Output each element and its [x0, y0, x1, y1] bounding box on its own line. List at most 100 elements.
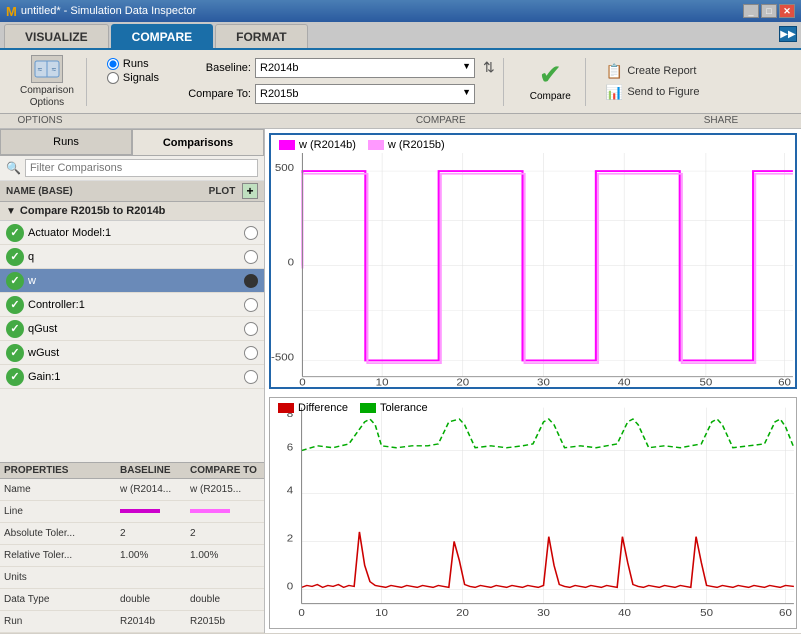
tab-visualize[interactable]: VISUALIZE	[4, 24, 109, 48]
add-comparison-button[interactable]: +	[242, 183, 258, 199]
baseline-row: Baseline: R2014b ⇅	[179, 58, 495, 78]
compare-to-dropdown-wrapper: R2015b	[255, 84, 475, 104]
lower-chart-legend: Difference Tolerance	[278, 402, 428, 414]
col-plot-header: PLOT	[202, 186, 242, 197]
legend-item-tolerance: Tolerance	[360, 402, 428, 414]
comparisons-button[interactable]: Comparisons	[132, 129, 264, 155]
list-item[interactable]: ✓ q	[0, 245, 264, 269]
legend-label-difference: Difference	[298, 402, 348, 414]
plot-toggle[interactable]	[244, 322, 258, 336]
comparison-options-button[interactable]: ≈ ≈ ComparisonOptions	[16, 53, 78, 111]
plot-toggle[interactable]	[244, 250, 258, 264]
create-report-button[interactable]: 📋 Create Report	[606, 63, 700, 80]
filter-row: 🔍	[0, 156, 264, 181]
prop-row-line: Line	[0, 501, 264, 523]
send-to-figure-button[interactable]: 📊 Send to Figure	[606, 84, 700, 101]
tab-compare[interactable]: COMPARE	[111, 24, 213, 48]
svg-text:0: 0	[298, 608, 304, 619]
properties-panel: PROPERTIES BASELINE COMPARE TO Name w (R…	[0, 462, 264, 633]
share-section: 📋 Create Report 📊 Send to Figure	[598, 58, 708, 106]
filter-comparisons-input[interactable]	[25, 159, 258, 177]
compare-to-row: Compare To: R2015b	[179, 84, 495, 104]
list-item[interactable]: ✓ Gain:1	[0, 365, 264, 389]
signals-radio[interactable]	[107, 72, 119, 84]
collapse-toolbar-button[interactable]: ▶▶	[779, 26, 797, 42]
plot-toggle[interactable]	[244, 226, 258, 240]
check-icon: ✓	[6, 248, 24, 266]
check-icon: ✓	[6, 224, 24, 242]
compare-section: ✔ Compare	[516, 58, 586, 106]
list-item[interactable]: ✓ Actuator Model:1	[0, 221, 264, 245]
legend-label-tolerance: Tolerance	[380, 402, 428, 414]
list-item[interactable]: ✓ qGust	[0, 317, 264, 341]
minimize-button[interactable]: _	[743, 4, 759, 18]
prop-row-name: Name w (R2014... w (R2015...	[0, 479, 264, 501]
baseline-dropdown[interactable]: R2014b	[255, 58, 475, 78]
baseline-dropdown-wrapper: R2014b	[255, 58, 475, 78]
plot-toggle[interactable]	[244, 370, 258, 384]
right-panel: w (R2014b) w (R2015b) 500 0 -500	[265, 129, 801, 633]
title-bar: M untitled* - Simulation Data Inspector …	[0, 0, 801, 22]
share-buttons: 📋 Create Report 📊 Send to Figure	[606, 63, 700, 101]
list-items: ✓ Actuator Model:1 ✓ q ✓ w ✓ Controller:…	[0, 221, 264, 462]
plot-toggle-filled[interactable]	[244, 274, 258, 288]
check-icon: ✓	[6, 368, 24, 386]
runs-radio[interactable]	[107, 58, 119, 70]
upper-chart-svg: 500 0 -500 0 10 20 30	[271, 135, 795, 387]
main-content: Runs Comparisons 🔍 NAME (BASE) PLOT + ▼ …	[0, 129, 801, 633]
prop-row-units: Units	[0, 567, 264, 589]
group-header-label: Compare R2015b to R2014b	[20, 205, 166, 217]
checkmark-icon: ✔	[539, 61, 562, 89]
title-bar-controls[interactable]: _ □ ✕	[743, 4, 795, 18]
options-section: ≈ ≈ ComparisonOptions	[8, 58, 87, 106]
list-item[interactable]: ✓ wGust	[0, 341, 264, 365]
compare-to-dropdown[interactable]: R2015b	[255, 84, 475, 104]
tab-format[interactable]: FORMAT	[215, 24, 307, 48]
search-icon: 🔍	[6, 161, 21, 175]
svg-text:60: 60	[778, 377, 791, 387]
signals-radio-item[interactable]: Signals	[107, 72, 159, 84]
svg-text:20: 20	[456, 377, 469, 387]
compare-group-header[interactable]: ▼ Compare R2015b to R2014b	[0, 202, 264, 221]
runs-button[interactable]: Runs	[0, 129, 132, 155]
window-title: untitled* - Simulation Data Inspector	[21, 5, 196, 17]
group-collapse-arrow: ▼	[6, 206, 16, 217]
list-header: NAME (BASE) PLOT +	[0, 181, 264, 202]
options-label: OPTIONS	[0, 115, 80, 126]
plot-toggle[interactable]	[244, 298, 258, 312]
runs-signals-section: Runs Signals	[99, 58, 167, 106]
baseline-line-swatch	[120, 509, 160, 513]
swap-icon[interactable]: ⇅	[483, 59, 495, 76]
svg-text:50: 50	[700, 377, 713, 387]
svg-text:500: 500	[275, 163, 294, 174]
check-icon: ✓	[6, 296, 24, 314]
comparison-options-label: ComparisonOptions	[20, 85, 74, 109]
compare-button[interactable]: ✔ Compare	[524, 59, 577, 104]
list-item-selected[interactable]: ✓ w	[0, 269, 264, 293]
legend-label-r2014b: w (R2014b)	[299, 139, 356, 151]
list-item[interactable]: ✓ Controller:1	[0, 293, 264, 317]
close-button[interactable]: ✕	[779, 4, 795, 18]
svg-text:0: 0	[288, 257, 294, 268]
svg-text:2: 2	[287, 533, 293, 544]
plot-toggle[interactable]	[244, 346, 258, 360]
compare-line-swatch	[190, 509, 230, 513]
compare-label: Compare	[530, 91, 571, 102]
legend-item-r2014b: w (R2014b)	[279, 139, 356, 151]
svg-text:≈: ≈	[38, 65, 43, 74]
comparison-options-icon: ≈ ≈	[31, 55, 63, 83]
check-icon: ✓	[6, 320, 24, 338]
maximize-button[interactable]: □	[761, 4, 777, 18]
prop-row-datatype: Data Type double double	[0, 589, 264, 611]
title-bar-left: M untitled* - Simulation Data Inspector	[6, 4, 196, 19]
svg-text:10: 10	[376, 377, 389, 387]
check-icon: ✓	[6, 272, 24, 290]
svg-text:4: 4	[287, 486, 293, 497]
runs-radio-item[interactable]: Runs	[107, 58, 159, 70]
upper-chart-area[interactable]: w (R2014b) w (R2015b) 500 0 -500	[269, 133, 797, 389]
properties-header: PROPERTIES BASELINE COMPARE TO	[0, 463, 264, 479]
svg-text:60: 60	[779, 608, 792, 619]
svg-text:40: 40	[618, 608, 631, 619]
lower-chart-svg: 0 2 4 6 8 0 10 20 3	[270, 398, 796, 628]
lower-chart-area[interactable]: Difference Tolerance 0 2 4 6 8	[269, 397, 797, 629]
